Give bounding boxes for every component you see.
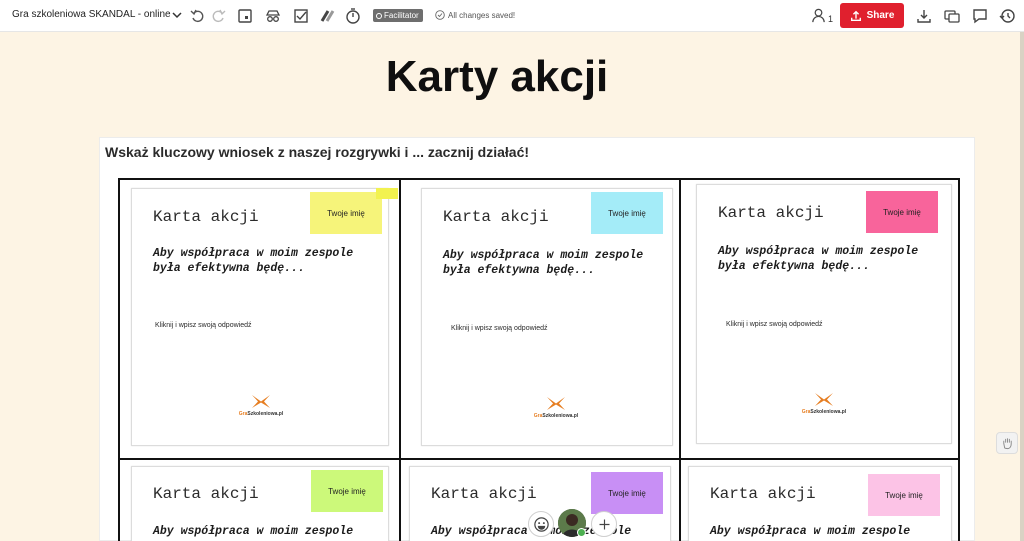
name-sticky-note[interactable]: Twoje imię bbox=[311, 470, 383, 512]
chevron-down-icon[interactable] bbox=[171, 8, 183, 22]
card-question-line: była efektywna będę... bbox=[443, 264, 595, 277]
card-question-line: Aby współpraca w moim zespole bbox=[153, 525, 354, 538]
sticky-note-text: Twoje imię bbox=[328, 486, 366, 496]
name-sticky-note[interactable]: Twoje imię bbox=[310, 192, 382, 234]
facilitator-label: Facilitator bbox=[384, 11, 419, 20]
sticky-note-text: Twoje imię bbox=[608, 208, 646, 218]
card-answer-hint[interactable]: Kliknij i wpisz swoją odpowiedź bbox=[155, 322, 252, 329]
hand-icon bbox=[1002, 437, 1012, 449]
reaction-button[interactable] bbox=[528, 511, 554, 537]
download-icon[interactable] bbox=[915, 7, 933, 25]
facilitator-badge[interactable]: Facilitator bbox=[373, 9, 423, 22]
logo-text: GraSzkoleniowa.pl bbox=[533, 413, 579, 419]
add-participant-button[interactable] bbox=[591, 511, 617, 537]
sticky-note-text: Twoje imię bbox=[327, 208, 365, 218]
grid-divider bbox=[120, 458, 958, 460]
upload-icon bbox=[850, 10, 861, 21]
online-status-dot bbox=[577, 528, 586, 537]
user-icon bbox=[812, 8, 825, 23]
board-title[interactable]: Gra szkoleniowa SKANDAL - online bbox=[12, 9, 171, 20]
card-title: Karta akcji bbox=[153, 208, 259, 226]
plus-icon bbox=[599, 519, 609, 529]
name-sticky-note[interactable]: Twoje imię bbox=[868, 474, 940, 516]
panel-prompt: Wskaż kluczowy wniosek z naszej rozgrywk… bbox=[105, 144, 530, 160]
save-status-text: All changes saved! bbox=[448, 10, 516, 20]
logo-star-icon bbox=[547, 397, 565, 410]
card-title: Karta akcji bbox=[431, 485, 537, 503]
card-question-line: Aby współpraca w moim zespole bbox=[710, 525, 911, 538]
history-icon[interactable] bbox=[998, 7, 1016, 25]
card-answer-hint[interactable]: Kliknij i wpisz swoją odpowiedź bbox=[451, 325, 548, 332]
card-title: Karta akcji bbox=[443, 208, 549, 226]
scrollbar-track[interactable] bbox=[1020, 32, 1024, 541]
share-label: Share bbox=[866, 10, 895, 21]
chat-icon[interactable] bbox=[943, 7, 961, 25]
check-circle-icon bbox=[435, 10, 445, 20]
grid-divider bbox=[679, 180, 681, 541]
gear-icon bbox=[376, 12, 382, 19]
grid-divider bbox=[399, 180, 401, 541]
side-panel-toggle[interactable] bbox=[996, 432, 1018, 454]
card-question-line: była efektywna będę... bbox=[153, 262, 305, 275]
card-title: Karta akcji bbox=[153, 485, 259, 503]
frame-icon[interactable] bbox=[236, 7, 254, 25]
logo-star-icon bbox=[815, 393, 833, 406]
sticky-note-text: Twoje imię bbox=[883, 207, 921, 217]
checklist-icon[interactable] bbox=[292, 7, 310, 25]
timer-icon[interactable] bbox=[344, 7, 362, 25]
sticky-author-tag bbox=[376, 188, 398, 199]
user-count: 1 bbox=[828, 14, 834, 24]
logo-text: GraSzkoleniowa.pl bbox=[238, 411, 284, 417]
online-users[interactable]: 1 bbox=[810, 7, 833, 24]
emoji-icon bbox=[533, 516, 549, 532]
card-answer-hint[interactable]: Kliknij i wpisz swoją odpowiedź bbox=[726, 321, 823, 328]
card-question-line: Aby współpraca w moim zespole bbox=[153, 247, 354, 260]
top-toolbar: Gra szkoleniowa SKANDAL - online Facilit… bbox=[0, 0, 1024, 32]
sticky-note-text: Twoje imię bbox=[608, 488, 646, 498]
comment-icon[interactable] bbox=[971, 7, 989, 25]
card-question-line: Aby współpraca w moim zespole bbox=[443, 249, 644, 262]
sticky-note-text: Twoje imię bbox=[885, 490, 923, 500]
name-sticky-note[interactable]: Twoje imię bbox=[866, 191, 938, 233]
card-question-line: Aby współpraca w moim zespole bbox=[718, 245, 919, 258]
name-sticky-note[interactable]: Twoje imię bbox=[591, 192, 663, 234]
card-title: Karta akcji bbox=[718, 204, 824, 222]
page-title: Karty akcji bbox=[385, 52, 609, 101]
undo-icon[interactable] bbox=[189, 7, 207, 25]
card-grid: Karta akcji Aby współpraca w moim zespol… bbox=[118, 178, 960, 541]
logo-text: GraSzkoleniowa.pl bbox=[801, 409, 847, 415]
redo-icon[interactable] bbox=[209, 7, 227, 25]
company-logo: GraSzkoleniowa.pl bbox=[526, 395, 586, 419]
card-question-line: była efektywna będę... bbox=[718, 260, 870, 273]
company-logo: GraSzkoleniowa.pl bbox=[794, 391, 854, 415]
name-sticky-note[interactable]: Twoje imię bbox=[591, 472, 663, 514]
share-button[interactable]: Share bbox=[840, 3, 904, 28]
incognito-icon[interactable] bbox=[264, 7, 282, 25]
logo-star-icon bbox=[252, 395, 270, 408]
save-status: All changes saved! bbox=[435, 10, 515, 20]
card-title: Karta akcji bbox=[710, 485, 816, 503]
cards-panel: Wskaż kluczowy wniosek z naszej rozgrywk… bbox=[99, 137, 975, 541]
company-logo: GraSzkoleniowa.pl bbox=[231, 393, 291, 417]
voting-icon[interactable] bbox=[318, 7, 336, 25]
